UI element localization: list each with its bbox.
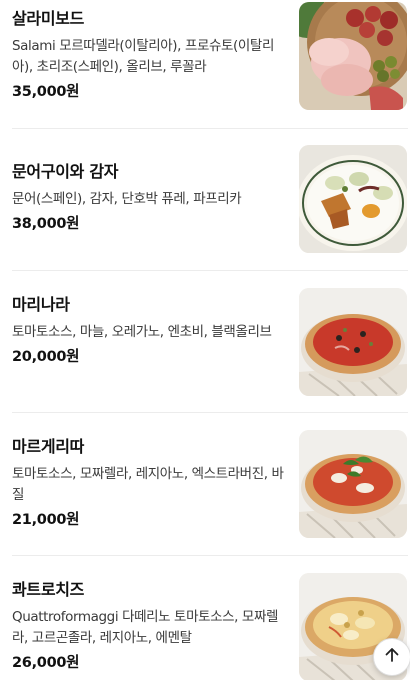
item-divider [12, 555, 408, 556]
menu-item-price: 38,000원 [12, 216, 80, 232]
marinara-pizza-image[interactable] [299, 288, 407, 396]
menu-item-price: 21,000원 [12, 512, 80, 528]
menu-item-name: 마리나라 [12, 295, 70, 314]
menu-item-text: 마르게리따 토마토소스, 모짜렐라, 레지아노, 엑스트라버진, 바질 21,0… [12, 436, 288, 530]
item-divider [12, 128, 408, 129]
margherita-pizza-image[interactable] [299, 430, 407, 538]
menu-item-text: 콰트로치즈 Quattroformaggi 다떼리노 토마토소스, 모짜렐라, … [12, 579, 288, 673]
menu-item-name: 콰트로치즈 [12, 580, 85, 599]
scroll-to-top-button[interactable] [373, 638, 410, 676]
arrow-up-icon [383, 646, 401, 668]
charcuterie-board-image[interactable] [299, 2, 407, 110]
grilled-octopus-image[interactable] [299, 145, 407, 253]
menu-item-description: Quattroformaggi 다떼리노 토마토소스, 모짜렐라, 고르곤졸라,… [12, 609, 278, 646]
menu-item-text: 마리나라 토마토소스, 마늘, 오레가노, 엔초비, 블랙올리브 20,000원 [12, 294, 288, 367]
menu-item-text: 살라미보드 Salami 모르따델라(이탈리아), 프로슈토(이탈리아), 초리… [12, 8, 288, 102]
menu-item-name: 문어구이와 감자 [12, 162, 119, 181]
menu-item-description: 문어(스페인), 감자, 단호박 퓨레, 파프리카 [12, 191, 242, 207]
menu-item-name: 살라미보드 [12, 9, 85, 28]
menu-item-text: 문어구이와 감자 문어(스페인), 감자, 단호박 퓨레, 파프리카 38,00… [12, 161, 288, 234]
menu-item-price: 20,000원 [12, 349, 80, 365]
menu-item-salami-board[interactable]: 살라미보드 Salami 모르따델라(이탈리아), 프로슈토(이탈리아), 초리… [12, 0, 408, 110]
menu-item-margherita[interactable]: 마르게리따 토마토소스, 모짜렐라, 레지아노, 엑스트라버진, 바질 21,0… [12, 430, 408, 540]
menu-item-price: 35,000원 [12, 84, 80, 100]
item-divider [12, 270, 408, 271]
menu-item-marinara[interactable]: 마리나라 토마토소스, 마늘, 오레가노, 엔초비, 블랙올리브 20,000원 [12, 288, 408, 398]
menu-item-description: Salami 모르따델라(이탈리아), 프로슈토(이탈리아), 초리조(스페인)… [12, 38, 274, 75]
menu-item-name: 마르게리따 [12, 437, 85, 456]
menu-item-price: 26,000원 [12, 655, 80, 671]
menu-item-description: 토마토소스, 모짜렐라, 레지아노, 엑스트라버진, 바질 [12, 466, 284, 503]
menu-item-octopus-potato[interactable]: 문어구이와 감자 문어(스페인), 감자, 단호박 퓨레, 파프리카 38,00… [12, 145, 408, 255]
item-divider [12, 412, 408, 413]
menu-item-description: 토마토소스, 마늘, 오레가노, 엔초비, 블랙올리브 [12, 324, 272, 340]
menu-item-quattro-cheese[interactable]: 콰트로치즈 Quattroformaggi 다떼리노 토마토소스, 모짜렐라, … [12, 573, 408, 680]
